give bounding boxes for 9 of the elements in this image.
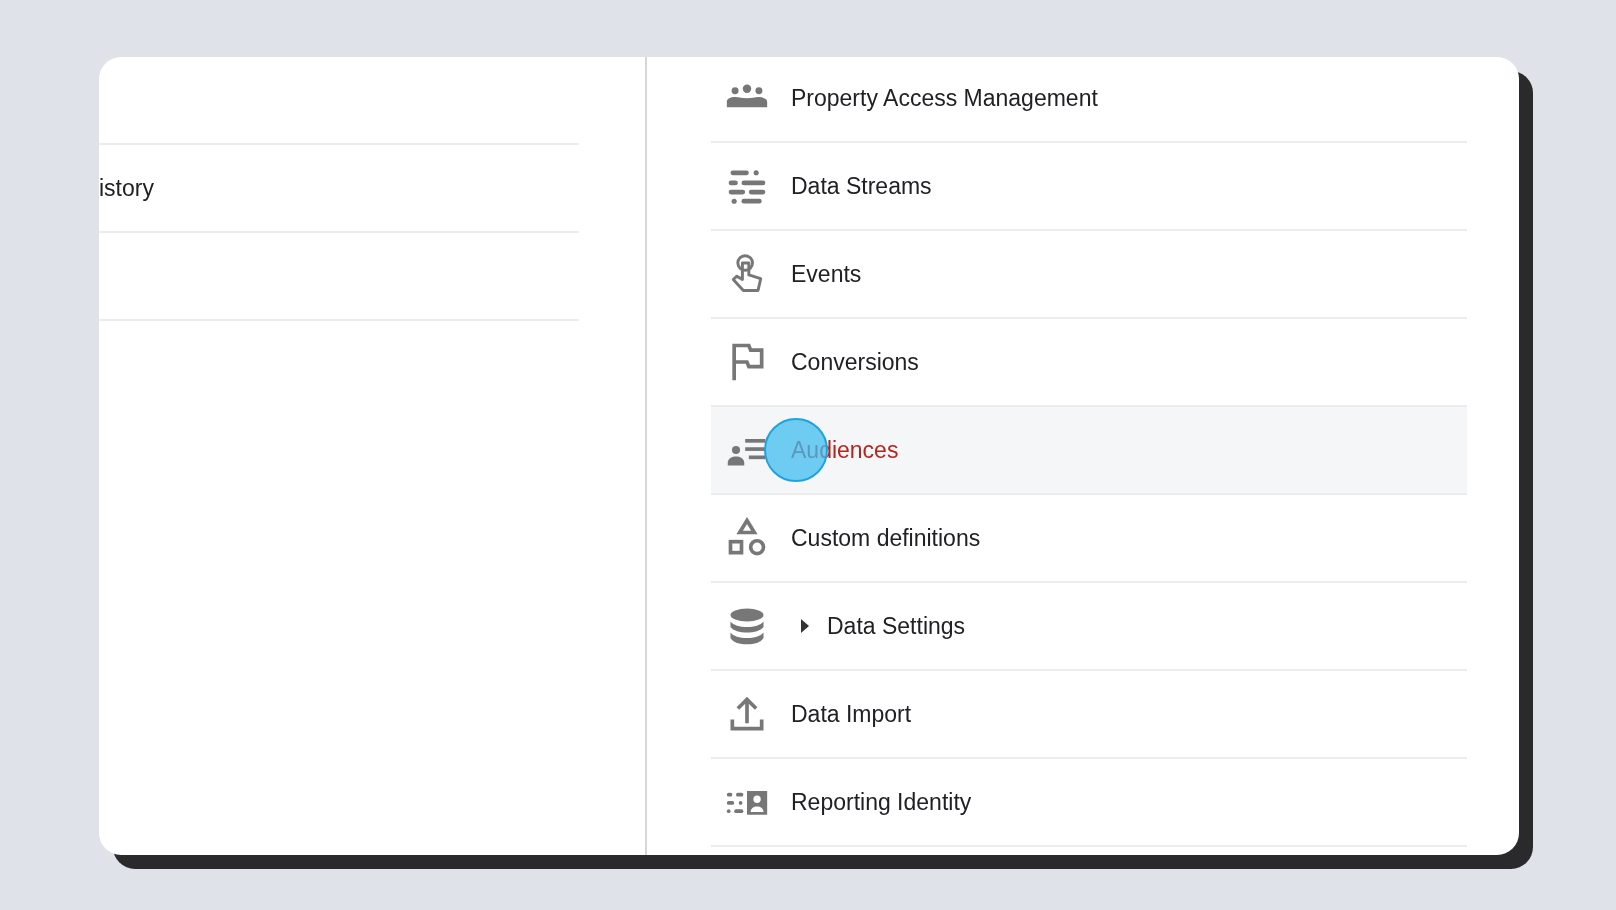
menu-item[interactable]: Custom definitions	[711, 495, 1467, 583]
menu-item[interactable]: Data Import	[711, 671, 1467, 759]
caret-icon[interactable]	[799, 617, 811, 635]
menu-item[interactable]: Events	[711, 231, 1467, 319]
menu-item[interactable]: Property Access Management	[711, 57, 1467, 143]
menu-item[interactable]: Reporting Identity	[711, 759, 1467, 847]
menu-item-label[interactable]: istory	[99, 174, 154, 202]
menu-item[interactable]: Data Settings	[711, 583, 1467, 671]
menu-item[interactable]: Data Streams	[711, 143, 1467, 231]
